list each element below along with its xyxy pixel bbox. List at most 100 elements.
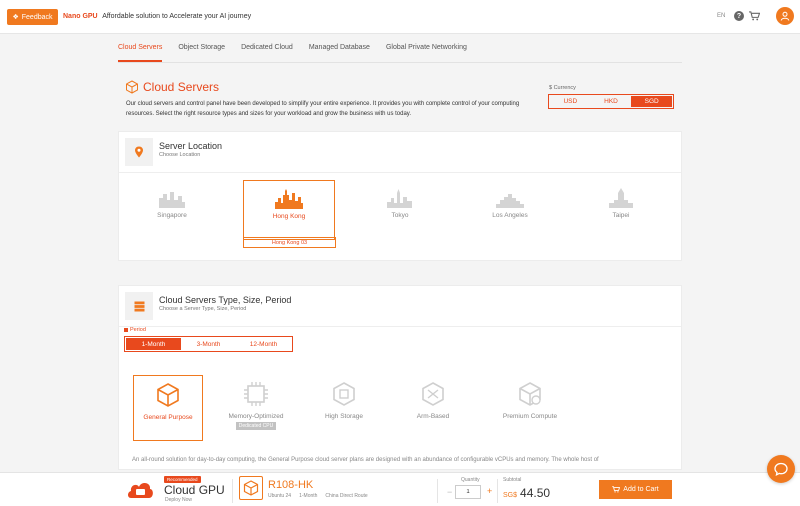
brand: Nano GPU Affordable solution to Accelera…	[63, 13, 251, 20]
cart-icon[interactable]	[749, 11, 760, 21]
type-subtitle: Choose a Server Type, Size, Period	[159, 306, 247, 312]
location-hong-kong[interactable]: Hong Kong	[243, 180, 335, 240]
tab-global-private-networking[interactable]: Global Private Networking	[386, 44, 467, 62]
currency-hkd[interactable]: HKD	[591, 96, 632, 107]
live-chat-button[interactable]	[767, 455, 795, 483]
los-angeles-skyline-icon	[496, 194, 524, 208]
plan-os: Ubuntu 24	[268, 493, 292, 499]
currency-sgd[interactable]: SGD	[631, 96, 673, 107]
bottom-divider	[497, 479, 498, 503]
cube-icon	[157, 383, 179, 407]
storage-icon	[333, 382, 355, 406]
user-icon	[780, 11, 790, 21]
brand-tagline: Affordable solution to Accelerate your A…	[102, 13, 252, 20]
period-1-month[interactable]: 1-Month	[126, 338, 181, 350]
location-name: Singapore	[157, 212, 187, 219]
tab-cloud-servers[interactable]: Cloud Servers	[118, 44, 163, 62]
feedback-label: Feedback	[21, 13, 53, 21]
currency-label: $ Currency	[549, 85, 576, 91]
plan-route: China Direct Route	[325, 493, 368, 499]
arm-chip-icon	[422, 382, 444, 406]
singapore-skyline-icon	[159, 192, 185, 208]
type-memory-optimized[interactable]: Memory-Optimized Dedicated CPU	[221, 375, 291, 441]
location-los-angeles[interactable]: Los Angeles	[464, 180, 556, 240]
recommended-badge: Recommended	[164, 476, 201, 483]
type-header-divider	[119, 326, 681, 327]
type-name: Premium Compute	[502, 413, 558, 420]
location-header-icon-box	[125, 138, 153, 166]
language-switch[interactable]: EN	[717, 13, 725, 19]
server-location-card: Server Location Choose Location Singapor…	[118, 131, 682, 261]
period-selector: 1-Month 3-Month 12-Month	[124, 336, 293, 352]
top-bar: ❖ Feedback Nano GPU Affordable solution …	[0, 0, 800, 34]
quantity-decrement-button[interactable]: −	[447, 487, 452, 497]
user-avatar[interactable]	[776, 7, 794, 25]
location-singapore[interactable]: Singapore	[126, 180, 218, 240]
quantity-increment-button[interactable]: +	[487, 486, 492, 496]
cube-icon	[243, 480, 259, 496]
type-description: An all-round solution for day-to-day com…	[132, 457, 599, 463]
type-header-icon-box	[125, 292, 153, 320]
location-name: Hong Kong	[272, 213, 306, 220]
cart-icon	[612, 486, 621, 493]
add-to-cart-label: Add to Cart	[623, 486, 659, 493]
quantity-input[interactable]	[455, 485, 481, 499]
type-general-purpose[interactable]: General Purpose	[133, 375, 203, 441]
bottom-divider	[232, 479, 233, 503]
subtotal-currency: SG$	[503, 492, 518, 499]
product-name: Cloud GPU	[164, 483, 225, 497]
dedicated-cpu-badge: Dedicated CPU	[235, 422, 277, 430]
subtotal-amount: 44.50	[520, 486, 551, 500]
cloud-gpu-logo-icon	[128, 483, 153, 498]
tab-managed-database[interactable]: Managed Database	[309, 44, 370, 62]
currency-selector: USD HKD SGD	[548, 94, 674, 109]
location-title: Server Location	[159, 141, 223, 151]
subtotal-value: SG$ 44.50	[503, 486, 550, 500]
quantity-label: Quantity	[461, 477, 480, 483]
plan-period: 1-Month	[299, 493, 318, 499]
tabs-divider	[118, 62, 682, 63]
map-pin-icon	[135, 146, 143, 158]
page-description: Our cloud servers and control panel have…	[126, 101, 520, 117]
chat-bubble-icon: ❖	[12, 14, 19, 21]
period-3-month[interactable]: 3-Month	[181, 338, 236, 350]
type-name: Arm-Based	[416, 413, 450, 420]
premium-cube-icon	[519, 382, 541, 406]
add-to-cart-button[interactable]: Add to Cart	[599, 480, 672, 499]
hong-kong-skyline-icon	[275, 189, 303, 209]
location-taipei[interactable]: Taipei	[575, 180, 667, 240]
type-name: High Storage	[325, 413, 363, 420]
tab-dedicated-cloud[interactable]: Dedicated Cloud	[241, 44, 293, 62]
period-label: Period	[124, 327, 146, 333]
bottom-divider	[437, 479, 438, 503]
datacenter-option[interactable]: Hong Kong 03	[243, 237, 336, 248]
currency-usd[interactable]: USD	[550, 96, 591, 107]
tab-object-storage[interactable]: Object Storage	[178, 44, 225, 62]
type-title: Cloud Servers Type, Size, Period	[159, 295, 292, 305]
type-high-storage[interactable]: High Storage	[309, 375, 379, 441]
type-arm-based[interactable]: Arm-Based	[398, 375, 468, 441]
help-icon[interactable]: ?	[734, 11, 744, 21]
page-title: Cloud Servers	[143, 80, 220, 94]
location-tokyo[interactable]: Tokyo	[354, 180, 446, 240]
type-premium-compute[interactable]: Premium Compute	[495, 375, 565, 441]
checkout-bar: Recommended Cloud GPU Deploy Now R108-HK…	[0, 472, 800, 506]
cube-icon	[126, 80, 138, 94]
plan-name: R108-HK	[268, 479, 314, 491]
location-name: Tokyo	[391, 212, 409, 219]
feedback-button[interactable]: ❖ Feedback	[7, 9, 58, 25]
chat-bubble-icon	[774, 462, 788, 476]
deploy-now-link[interactable]: Deploy Now	[165, 497, 192, 503]
period-square-icon	[124, 328, 128, 332]
tokyo-skyline-icon	[387, 189, 412, 208]
location-name: Los Angeles	[492, 212, 528, 219]
subtotal-label: Subtotal	[503, 477, 522, 483]
taipei-skyline-icon	[609, 188, 633, 208]
location-header-divider	[119, 172, 681, 173]
server-type-card: Cloud Servers Type, Size, Period Choose …	[118, 285, 682, 470]
type-name: Memory-Optimized	[228, 413, 284, 420]
memory-chip-icon	[244, 382, 268, 406]
location-subtitle: Choose Location	[159, 152, 201, 158]
period-12-month[interactable]: 12-Month	[236, 338, 291, 350]
location-name: Taipei	[612, 212, 630, 219]
